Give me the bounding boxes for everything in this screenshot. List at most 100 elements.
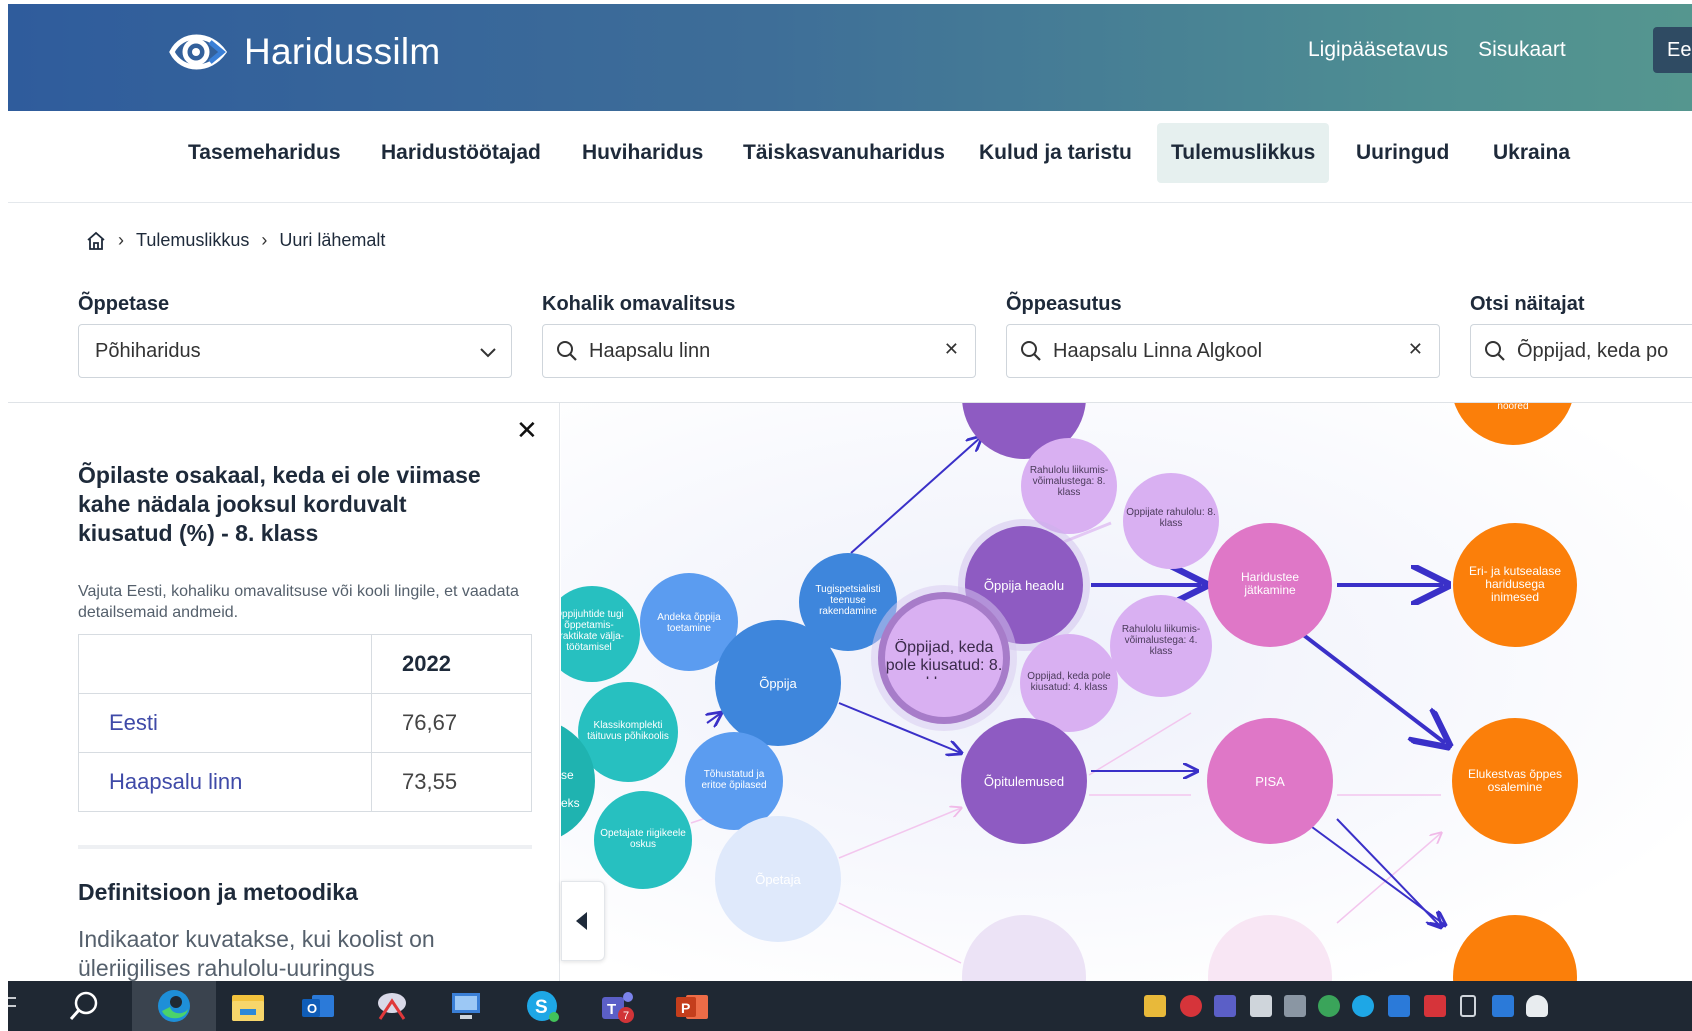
- table-row: Haapsalu linn 73,55: [78, 752, 532, 812]
- table-row: Eesti 76,67: [78, 693, 532, 753]
- tray-teams-icon[interactable]: [1214, 995, 1236, 1017]
- sitemap-link[interactable]: Sisukaart: [1478, 38, 1566, 62]
- nav-kulud-ja-taristu[interactable]: Kulud ja taristu: [965, 123, 1146, 183]
- node-kiusatud-8-selected[interactable]: Õppijad, keda pole kiusatud: 8. klass: [871, 585, 1017, 731]
- snipping-icon[interactable]: [372, 987, 412, 1025]
- filter-level: Õppetase Põhiharidus: [78, 293, 512, 378]
- breadcrumb-tulemuslikkus[interactable]: Tulemuslikkus: [136, 230, 249, 251]
- indicator-table: 2022 Eesti 76,67 Haapsalu linn 73,55: [78, 634, 532, 812]
- tray-security-icon[interactable]: [1526, 995, 1548, 1017]
- node-label: Andeka õppija toetamine: [657, 612, 721, 634]
- tray-shield-icon[interactable]: [1144, 995, 1166, 1017]
- graph-canvas[interactable]: noored Rahulolu liikumis-võimalustega: 8…: [561, 403, 1692, 981]
- clear-municipality-icon[interactable]: ✕: [944, 339, 959, 360]
- node-rahulolu-liikumis-4[interactable]: Rahulolu liikumis-võimalustega: 4. klass: [1110, 595, 1212, 697]
- haapsalu-value: 73,55: [371, 752, 532, 812]
- indicator-graph[interactable]: noored Rahulolu liikumis-võimalustega: 8…: [561, 403, 1692, 981]
- municipality-value: Haapsalu linn: [589, 339, 711, 362]
- filter-level-label: Õppetase: [78, 293, 170, 315]
- node-label: Õppijad, keda pole kiusatud: 4. klass: [1027, 671, 1111, 693]
- graph-nodes[interactable]: noored Rahulolu liikumis-võimalustega: 8…: [561, 403, 1578, 981]
- teams-icon[interactable]: T 7: [598, 987, 638, 1025]
- tray-app-icon[interactable]: [1424, 995, 1446, 1017]
- search-icon[interactable]: [64, 987, 104, 1025]
- node-opitulemused[interactable]: Õpitulemused: [961, 718, 1087, 844]
- filter-institution: Õppeasutus Haapsalu Linna Algkool ✕: [1006, 293, 1440, 378]
- node-riigikeele-oskus[interactable]: Õpetajate riigikeele oskus: [594, 791, 692, 889]
- tray-antivirus-icon[interactable]: [1180, 995, 1202, 1017]
- main-nav: Tasemeharidus Haridustöötajad Huviharidu…: [8, 111, 1692, 203]
- node-tohustatud[interactable]: Tõhustatud ja eritoe õpilased: [685, 732, 783, 830]
- nav-uuringud[interactable]: Uuringud: [1342, 123, 1463, 183]
- windows-taskbar: O S T 7 P: [8, 981, 1692, 1031]
- filter-municipality-label: Kohalik omavalitsus: [542, 293, 736, 315]
- nav-tasemeharidus[interactable]: Tasemeharidus: [174, 123, 355, 183]
- node-pisa[interactable]: PISA: [1207, 718, 1333, 844]
- node-eri-kutsealase[interactable]: Eri- ja kutsealase haridusega inimesed: [1453, 523, 1577, 647]
- definition-text: Indikaator kuvatakse, kui koolist on üle…: [78, 926, 435, 981]
- nav-haridustootajad[interactable]: Haridustöötajad: [367, 123, 555, 183]
- accessibility-link[interactable]: Ligipääsetavus: [1308, 38, 1448, 62]
- haapsalu-link[interactable]: Haapsalu linn: [78, 752, 372, 812]
- home-icon[interactable]: [86, 231, 106, 251]
- node-label: Klassikomplekti täituvus põhikoolis: [587, 720, 669, 742]
- municipality-input[interactable]: Haapsalu linn ✕: [542, 324, 976, 378]
- svg-text:S: S: [535, 997, 548, 1018]
- filter-institution-label: Õppeasutus: [1006, 293, 1122, 315]
- definition-title: Definitsioon ja metoodika: [78, 879, 358, 905]
- indicator-search-placeholder: Õppijad, keda po: [1517, 339, 1669, 362]
- clear-institution-icon[interactable]: ✕: [1408, 339, 1423, 360]
- institution-input[interactable]: Haapsalu Linna Algkool ✕: [1006, 324, 1440, 378]
- node-label: Õppija: [759, 676, 797, 691]
- tray-skype-icon[interactable]: [1352, 995, 1374, 1017]
- node-noored[interactable]: noored: [1451, 403, 1575, 445]
- node-oppijuhtide-tugi[interactable]: Õppijuhtide tugi õppetamis-praktikate vä…: [561, 586, 640, 682]
- nav-taiskasvanuharidus[interactable]: Täiskasvanuharidus: [729, 123, 959, 183]
- node-bottom-faint[interactable]: [962, 915, 1577, 981]
- site-logo[interactable]: Haridussilm: [166, 26, 441, 78]
- close-panel-icon[interactable]: ✕: [516, 415, 538, 446]
- node-opetaja[interactable]: Õpetaja: [715, 816, 841, 942]
- node-oppija[interactable]: Õppija: [715, 620, 841, 746]
- search-icon: [557, 341, 577, 361]
- eye-logo-icon: [169, 34, 228, 70]
- skype-icon[interactable]: S: [522, 987, 562, 1025]
- tray-key-icon[interactable]: [1250, 995, 1272, 1017]
- remote-desktop-icon[interactable]: [446, 987, 486, 1025]
- file-explorer-icon[interactable]: [228, 987, 268, 1025]
- table-header-year: 2022: [371, 634, 532, 694]
- node-label: Õppijuhtide tugi õppetamis-praktikate vä…: [561, 609, 625, 653]
- tray-update-icon[interactable]: [1318, 995, 1340, 1017]
- node-label: Tõhustatud ja eritoe õpilased: [701, 769, 767, 791]
- collapse-panel-button[interactable]: [561, 881, 605, 961]
- node-label: noored: [1497, 403, 1528, 412]
- language-button[interactable]: Ee: [1653, 27, 1692, 73]
- brand-name: Haridussilm: [244, 31, 441, 72]
- browser-page: Haridussilm Ligipääsetavus Sisukaart Ee …: [8, 4, 1692, 981]
- nav-huviharidus[interactable]: Huviharidus: [568, 123, 717, 183]
- nav-tulemuslikkus[interactable]: Tulemuslikkus: [1157, 123, 1330, 183]
- level-select[interactable]: Põhiharidus: [78, 324, 512, 378]
- search-icon: [1021, 341, 1041, 361]
- eesti-link[interactable]: Eesti: [78, 693, 372, 753]
- node-label: se: [561, 768, 574, 782]
- node-rahulolu-liikumis-8[interactable]: Rahulolu liikumis-võimalustega: 8. klass: [1021, 438, 1117, 534]
- edge-icon[interactable]: [154, 987, 194, 1025]
- node-label: eks: [561, 796, 580, 810]
- tray-snip-icon[interactable]: [1284, 995, 1306, 1017]
- indicator-search-input[interactable]: Õppijad, keda po: [1470, 324, 1692, 378]
- node-oppijate-rahulolu-8[interactable]: Õppijate rahulolu: 8. klass: [1123, 473, 1219, 569]
- outlook-icon[interactable]: O: [298, 987, 338, 1025]
- node-elukestvas-oppes[interactable]: Elukestvas õppes osalemine: [1452, 718, 1578, 844]
- svg-text:P: P: [681, 1000, 690, 1016]
- section-divider: [78, 845, 532, 849]
- tray-usb-icon[interactable]: [1460, 995, 1476, 1017]
- tray-outlook-icon[interactable]: [1492, 995, 1514, 1017]
- node-kiusatud-4[interactable]: Õppijad, keda pole kiusatud: 4. klass: [1020, 634, 1118, 732]
- triangle-left-icon: [576, 912, 587, 930]
- powerpoint-icon[interactable]: P: [672, 987, 712, 1025]
- tray-display-icon[interactable]: [1388, 995, 1410, 1017]
- nav-ukraina[interactable]: Ukraina: [1479, 123, 1584, 183]
- node-label: Rahulolu liikumis-võimalustega: 4. klass: [1121, 624, 1201, 657]
- node-haridustee-jatkamine[interactable]: Haridustee jätkamine: [1208, 523, 1332, 647]
